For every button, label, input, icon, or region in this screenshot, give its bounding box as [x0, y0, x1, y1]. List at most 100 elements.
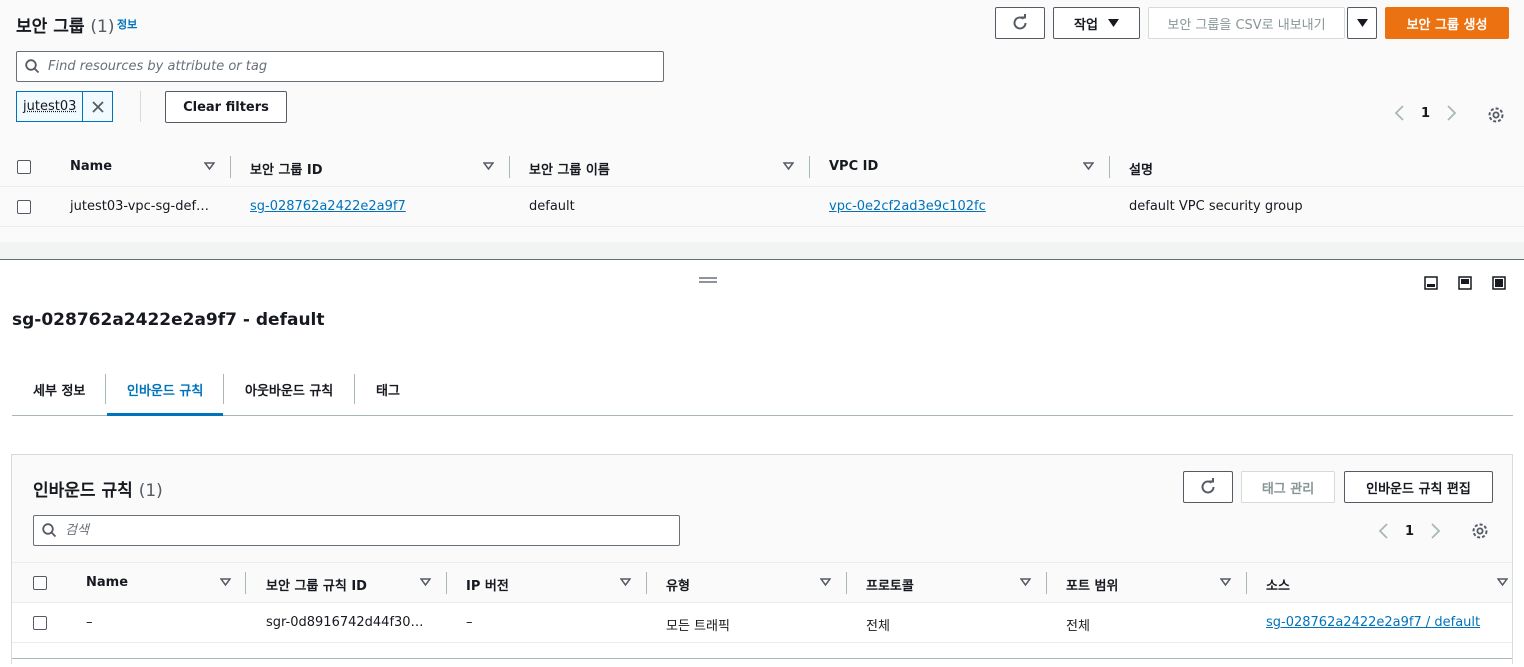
info-link[interactable]: 정보 [117, 16, 137, 32]
page-number[interactable]: 1 [1405, 524, 1414, 539]
table-divider [12, 562, 1512, 563]
column-header-description[interactable]: 설명 [1129, 159, 1153, 178]
chevron-right-icon[interactable] [1444, 105, 1458, 121]
cell-port-range: 전체 [1066, 619, 1090, 634]
inbound-rules-title: 인바운드 규칙 (1) [33, 481, 163, 501]
table-divider [12, 642, 1512, 643]
column-header-vpc-id[interactable]: VPC ID [829, 159, 878, 174]
column-separator[interactable] [646, 572, 647, 594]
column-header-sg-name[interactable]: 보안 그룹 이름 [529, 159, 610, 178]
column-separator[interactable] [1246, 572, 1247, 594]
cell-vpc-id-link[interactable]: vpc-0e2cf2ad3e9c102fc [829, 199, 986, 214]
cell-protocol: 전체 [866, 619, 890, 634]
inbound-refresh-button[interactable] [1183, 471, 1233, 503]
resource-search-input[interactable] [48, 59, 623, 74]
search-icon [25, 59, 40, 74]
split-gap [0, 242, 1524, 260]
layout-full-icon[interactable] [1492, 276, 1506, 290]
cell-source-link[interactable]: sg-028762a2422e2a9f7 / default [1266, 615, 1480, 630]
table-divider [12, 602, 1512, 603]
manage-tags-label: 태그 관리 [1261, 481, 1315, 497]
sort-down-icon[interactable] [204, 162, 215, 170]
column-separator[interactable] [509, 156, 510, 178]
column-separator[interactable] [245, 572, 246, 594]
row-checkbox[interactable] [17, 200, 31, 214]
refresh-icon [1199, 478, 1217, 496]
column-header-name[interactable]: Name [70, 159, 112, 174]
column-separator[interactable] [230, 156, 231, 178]
tab-outbound-rules[interactable]: 아웃바운드 규칙 [245, 380, 333, 399]
column-separator[interactable] [846, 572, 847, 594]
chevron-right-icon[interactable] [1428, 523, 1442, 539]
sort-down-icon[interactable] [1020, 578, 1031, 586]
cell-name: – [86, 615, 93, 630]
inbound-table-body [12, 602, 1512, 664]
sort-down-icon[interactable] [1220, 578, 1231, 586]
sort-down-icon[interactable] [483, 162, 494, 170]
column-separator[interactable] [1046, 572, 1047, 594]
cell-name: jutest03-vpc-sg-def… [70, 199, 210, 214]
sort-down-icon[interactable] [783, 162, 794, 170]
inbound-search-input[interactable] [65, 523, 639, 538]
refresh-button[interactable] [995, 7, 1045, 39]
column-header-source[interactable]: 소스 [1266, 575, 1290, 594]
tab-tags[interactable]: 태그 [376, 380, 400, 399]
gear-icon[interactable] [1471, 522, 1489, 540]
export-dropdown-button[interactable] [1347, 7, 1377, 39]
column-header-ip-version[interactable]: IP 버전 [466, 575, 509, 594]
active-tab-indicator [107, 413, 223, 416]
sort-down-icon[interactable] [420, 578, 431, 586]
actions-button[interactable]: 작업 [1053, 7, 1140, 39]
cell-description: default VPC security group [1129, 199, 1303, 214]
pagination: 1 [1393, 105, 1458, 121]
sort-down-icon[interactable] [1497, 578, 1508, 586]
column-separator[interactable] [446, 572, 447, 594]
page-title: 보안 그룹 (1) [16, 17, 115, 37]
select-all-checkbox[interactable] [17, 160, 31, 174]
layout-split-icon[interactable] [1458, 276, 1472, 290]
table-divider [0, 186, 1524, 187]
cell-rule-id: sgr-0d8916742d44f30… [266, 615, 424, 630]
sort-down-icon[interactable] [220, 578, 231, 586]
cell-sg-id-link[interactable]: sg-028762a2422e2a9f7 [250, 199, 406, 214]
resource-search[interactable] [16, 51, 664, 82]
column-separator[interactable] [809, 156, 810, 178]
chevron-left-icon[interactable] [1393, 105, 1407, 121]
drag-handle-icon[interactable] [699, 276, 717, 284]
sort-down-icon[interactable] [620, 578, 631, 586]
column-header-type[interactable]: 유형 [666, 575, 690, 594]
chevron-left-icon[interactable] [1377, 523, 1391, 539]
manage-tags-button[interactable]: 태그 관리 [1241, 471, 1335, 503]
tab-separator [223, 374, 224, 404]
column-header-name[interactable]: Name [86, 575, 128, 590]
row-checkbox[interactable] [33, 616, 47, 630]
column-separator[interactable] [1109, 156, 1110, 178]
column-header-port-range[interactable]: 포트 범위 [1066, 575, 1118, 594]
search-icon [42, 523, 57, 538]
remove-filter-button[interactable] [83, 92, 112, 121]
inbound-search[interactable] [33, 515, 680, 546]
sort-down-icon[interactable] [820, 578, 831, 586]
caret-down-icon [1107, 19, 1119, 27]
divider [140, 91, 141, 122]
filter-token: jutest03 [16, 91, 114, 122]
tabs-underline [12, 415, 1513, 416]
column-header-sg-id[interactable]: 보안 그룹 ID [250, 159, 323, 178]
gear-icon[interactable] [1487, 106, 1505, 124]
tab-details[interactable]: 세부 정보 [33, 380, 85, 399]
export-csv-button[interactable]: 보안 그룹을 CSV로 내보내기 [1148, 7, 1345, 39]
column-header-protocol[interactable]: 프로토콜 [866, 575, 914, 594]
edit-inbound-rules-button[interactable]: 인바운드 규칙 편집 [1344, 471, 1493, 503]
clear-filters-button[interactable]: Clear filters [165, 91, 287, 123]
page-number[interactable]: 1 [1421, 106, 1430, 121]
layout-bottom-icon[interactable] [1424, 276, 1438, 290]
column-header-rule-id[interactable]: 보안 그룹 규칙 ID [266, 575, 367, 594]
caret-down-icon [1356, 19, 1368, 27]
export-csv-label: 보안 그룹을 CSV로 내보내기 [1167, 17, 1326, 33]
sort-down-icon[interactable] [1083, 162, 1094, 170]
tab-separator [354, 374, 355, 404]
create-security-group-button[interactable]: 보안 그룹 생성 [1385, 7, 1509, 39]
inbound-pagination: 1 [1377, 523, 1442, 539]
tab-inbound-rules[interactable]: 인바운드 규칙 [127, 380, 203, 399]
inbound-select-all-checkbox[interactable] [33, 576, 47, 590]
